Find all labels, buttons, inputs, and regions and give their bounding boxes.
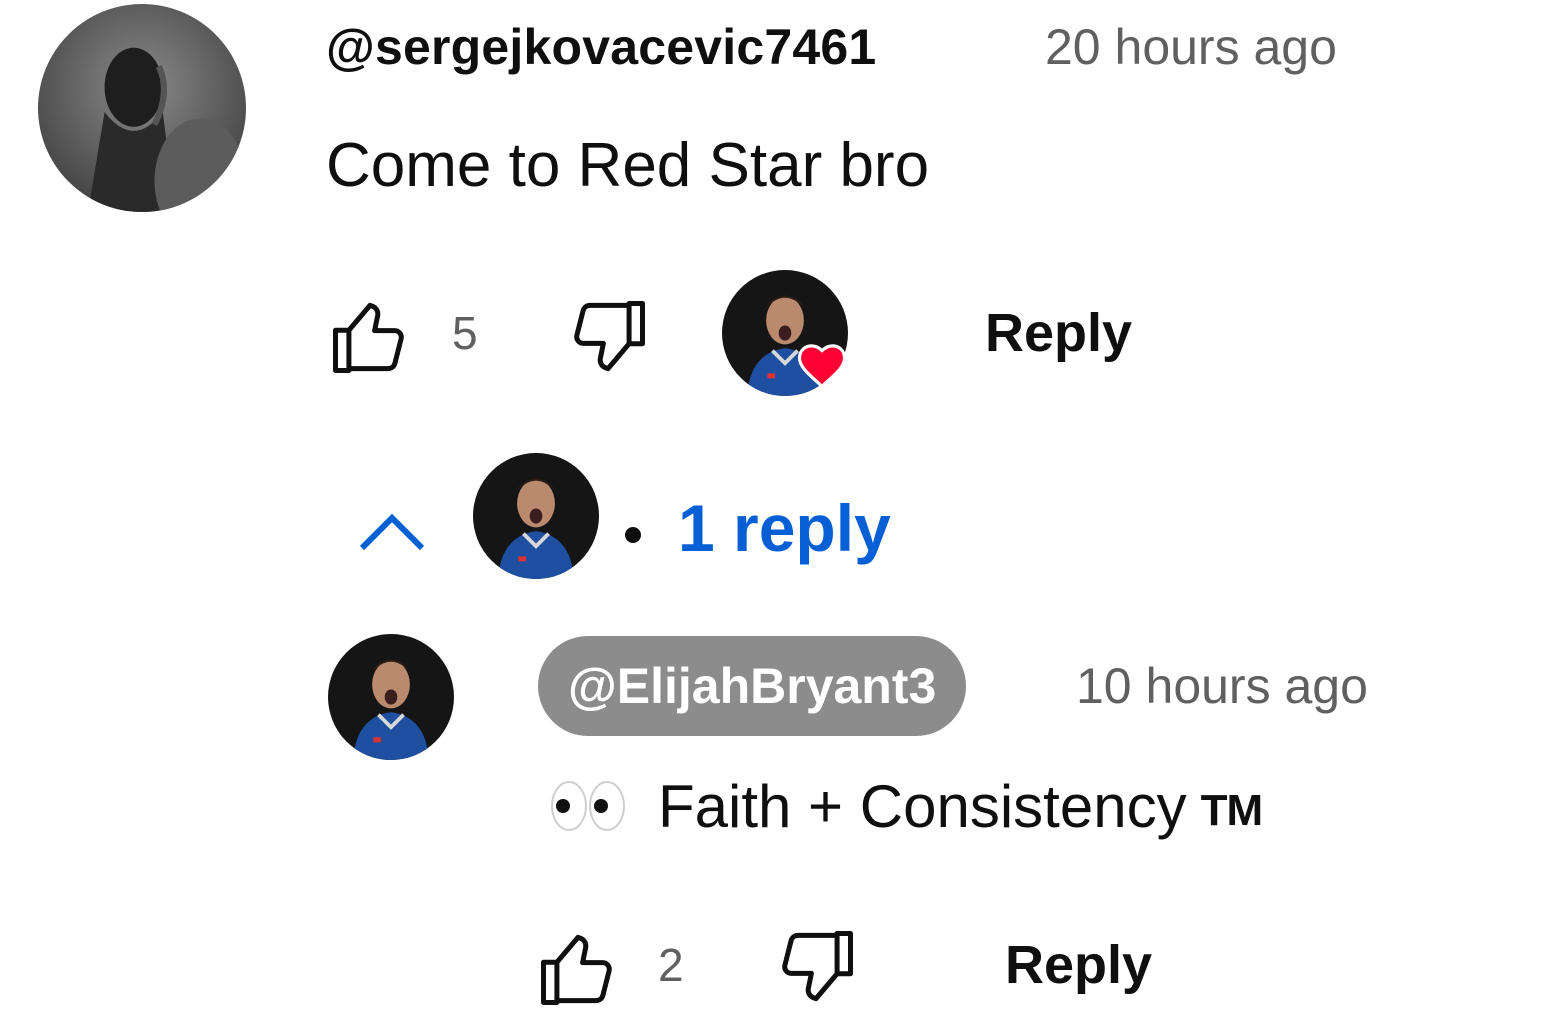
comment-timestamp[interactable]: 20 hours ago [1045, 18, 1337, 76]
reply-author-avatar[interactable] [328, 634, 454, 760]
reply-reply-button[interactable]: Reply [1005, 934, 1152, 996]
thumb-down-icon [782, 931, 853, 1002]
thumb-up-icon [333, 302, 404, 373]
replier-avatar-small [473, 453, 599, 579]
reply-text: Faith + Consistency [658, 773, 1187, 840]
heart-icon [797, 344, 847, 389]
reply-like-button[interactable] [530, 922, 626, 1014]
thumb-down-icon [574, 301, 645, 372]
commenter-avatar[interactable] [38, 4, 246, 212]
reply-author-chip[interactable]: @ElijahBryant3 [538, 636, 967, 736]
creator-heart-badge[interactable] [722, 270, 857, 400]
reply-text-line: Faith + Consistency TM [548, 772, 1264, 841]
comment-text: Come to Red Star bro [326, 131, 930, 200]
replies-count-label: 1 reply [678, 491, 891, 565]
trademark-symbol: TM [1200, 786, 1264, 835]
thumb-up-icon [541, 934, 612, 1005]
dislike-button[interactable] [560, 292, 656, 384]
reply-timestamp[interactable]: 10 hours ago [1076, 657, 1368, 715]
eyes-icon [551, 781, 625, 831]
chevron-up-icon [359, 513, 425, 551]
reply-dislike-button[interactable] [768, 922, 864, 1014]
reply-like-count: 2 [658, 939, 684, 991]
comment-author[interactable]: @sergejkovacevic7461 [326, 18, 876, 76]
reply-button[interactable]: Reply [985, 302, 1132, 364]
reply-author-avatar-image [328, 634, 454, 760]
like-button[interactable] [322, 290, 418, 382]
separator-dot [625, 527, 641, 543]
like-count: 5 [452, 307, 478, 359]
commenter-avatar-image [38, 4, 246, 212]
replies-toggle[interactable]: 1 reply [350, 450, 910, 585]
replier-avatar-small-image [473, 453, 599, 579]
